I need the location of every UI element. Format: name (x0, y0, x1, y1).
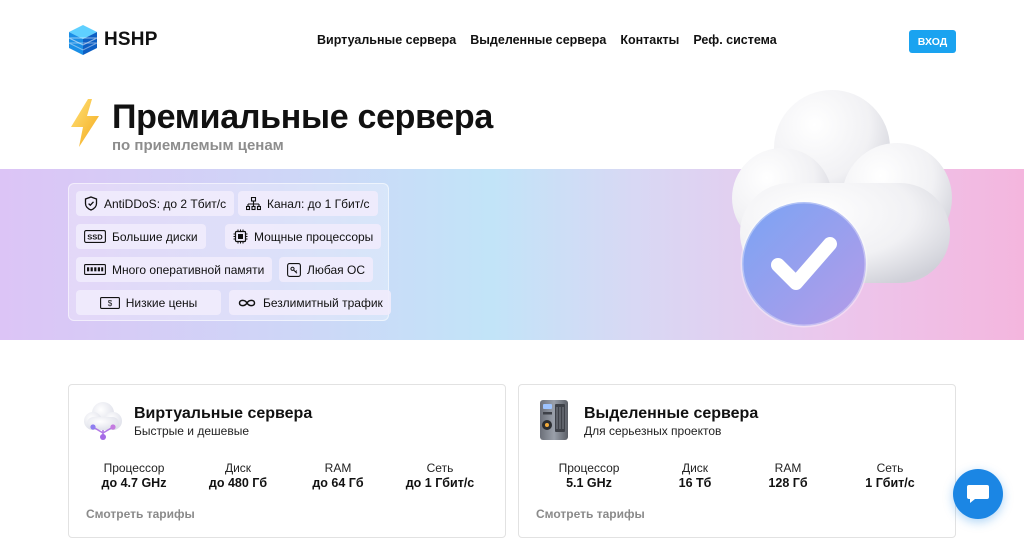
nav-virtual-servers[interactable]: Виртуальные сервера (317, 33, 456, 47)
spec-label: Процессор (103, 461, 165, 475)
spec-value: 1 Гбит/с (865, 476, 915, 490)
spec-disk: Диск до 480 Гб (188, 461, 288, 491)
spec-network: Сеть 1 Гбит/с (840, 461, 940, 491)
server-icon (540, 400, 568, 440)
infinity-icon (238, 299, 256, 306)
dedicated-servers-card: Выделенные сервера Для серьезных проекто… (518, 384, 956, 538)
feature-os: Любая ОС (279, 257, 373, 282)
spec-network: Сеть до 1 Гбит/с (390, 461, 490, 491)
spec-label: Диск (681, 461, 709, 475)
feature-label: Много оперативной памяти (112, 262, 265, 277)
ram-icon (84, 264, 106, 275)
spec-value: до 480 Гб (208, 476, 268, 490)
main-nav: Виртуальные сервера Выделенные сервера К… (317, 33, 777, 47)
spec-value: до 1 Гбит/с (405, 476, 475, 490)
features-panel: AntiDDoS: до 2 Тбит/с Канал: до 1 Гбит/с… (68, 183, 391, 321)
cpu-icon (233, 229, 248, 244)
feature-traffic: Безлимитный трафик (229, 290, 391, 315)
card-title: Выделенные сервера (584, 405, 759, 422)
feature-label: Низкие цены (125, 295, 198, 310)
cube-logo-icon (68, 25, 98, 55)
feature-ram: Много оперативной памяти (76, 257, 273, 282)
spec-cpu: Процессор 5.1 GHz (539, 461, 639, 491)
spec-value: до 64 Гб (312, 476, 364, 490)
virtual-servers-card: Виртуальные сервера Быстрые и дешевые Пр… (68, 384, 506, 538)
spec-ram: RAM до 64 Гб (288, 461, 388, 491)
spec-value: 5.1 GHz (566, 476, 612, 490)
spec-label: Сеть (876, 461, 904, 475)
spec-label: RAM (324, 461, 352, 475)
spec-label: Сеть (426, 461, 454, 475)
shield-icon (84, 196, 98, 211)
spec-cpu: Процессор до 4.7 GHz (84, 461, 184, 491)
feature-label: Большие диски (112, 229, 198, 244)
card-subtitle: Быстрые и дешевые (134, 424, 249, 438)
nav-referral[interactable]: Реф. система (693, 33, 776, 47)
feature-label: Безлимитный трафик (263, 295, 383, 310)
site-header: HSHP Виртуальные сервера Выделенные серв… (0, 0, 1024, 82)
cloud-check-illustration (732, 90, 952, 328)
spec-label: RAM (774, 461, 802, 475)
spec-ram: RAM 128 Гб (738, 461, 838, 491)
spec-value: 128 Гб (768, 476, 808, 490)
hero-subtitle: по приемлемым ценам (112, 137, 284, 154)
spec-label: Процессор (558, 461, 620, 475)
svg-text:SSD: SSD (87, 233, 103, 242)
feature-antiddos: AntiDDoS: до 2 Тбит/с (76, 191, 235, 216)
chat-bubble-icon (967, 485, 989, 503)
feature-label: AntiDDoS: до 2 Тбит/с (104, 196, 227, 211)
view-tariffs-link[interactable]: Смотреть тарифы (536, 507, 645, 521)
lightning-icon (71, 99, 99, 147)
os-icon (287, 262, 301, 277)
view-tariffs-link[interactable]: Смотреть тарифы (86, 507, 195, 521)
spec-disk: Диск 16 Тб (645, 461, 745, 491)
login-button[interactable]: ВХОД (909, 30, 956, 53)
feature-label: Канал: до 1 Гбит/с (267, 196, 370, 211)
feature-label: Любая ОС (307, 262, 365, 277)
cloud-network-icon (84, 402, 122, 440)
dollar-icon: $ (99, 296, 120, 309)
brand-name: HSHP (104, 29, 158, 50)
logo[interactable]: HSHP (68, 24, 158, 56)
spec-value: до 4.7 GHz (101, 476, 167, 490)
feature-label: Мощные процессоры (254, 229, 374, 244)
spec-value: 16 Тб (678, 476, 712, 490)
chat-button[interactable] (953, 469, 1003, 519)
network-icon (246, 196, 261, 210)
hero-title: Премиальные сервера (112, 98, 493, 136)
svg-text:$: $ (108, 299, 113, 308)
ssd-icon: SSD (84, 230, 106, 243)
card-subtitle: Для серьезных проектов (584, 424, 722, 438)
nav-contacts[interactable]: Контакты (620, 33, 679, 47)
feature-prices: $ Низкие цены (76, 290, 221, 315)
nav-dedicated-servers[interactable]: Выделенные сервера (470, 33, 606, 47)
feature-channel: Канал: до 1 Гбит/с (238, 191, 378, 216)
card-title: Виртуальные сервера (134, 405, 313, 422)
spec-label: Диск (224, 461, 252, 475)
feature-cpu: Мощные процессоры (225, 224, 382, 249)
feature-disks: SSD Большие диски (76, 224, 206, 249)
